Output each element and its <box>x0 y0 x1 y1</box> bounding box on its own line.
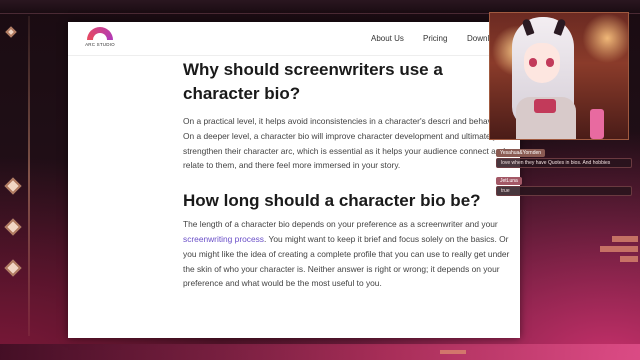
nav-download[interactable]: Downl <box>467 34 489 43</box>
nav-about-us[interactable]: About Us <box>371 34 404 43</box>
article-content: Why should screenwriters use a character… <box>183 58 518 291</box>
avatar-eye <box>546 58 554 67</box>
overlay-deco-bar <box>440 350 466 354</box>
nav-pricing[interactable]: Pricing <box>423 34 447 43</box>
chat-username: Yesahua&Yornden <box>496 149 546 157</box>
screenwriting-process-link[interactable]: screenwriting process <box>183 234 264 244</box>
overlay-deco-bar <box>612 236 638 242</box>
chat-message: Yesahua&Yornden love when they have Quot… <box>496 149 632 168</box>
article-heading: How long should a character bio be? <box>183 191 481 211</box>
article-paragraph: On a practical level, it helps avoid inc… <box>183 116 508 171</box>
overlay-bottom-band <box>0 344 640 360</box>
logo-arc-icon <box>87 27 113 40</box>
chat-username: JetLuna <box>496 177 522 185</box>
drink-cup <box>590 109 604 139</box>
site-logo[interactable]: ARC STUDIO <box>84 27 116 53</box>
logo-text: ARC STUDIO <box>85 42 115 47</box>
chat-text: true <box>496 186 632 196</box>
overlay-frame-line <box>28 16 30 336</box>
site-header: ARC STUDIO About Us Pricing Downl <box>68 22 520 56</box>
chat-message: JetLuna true <box>496 177 632 196</box>
webcam-feed <box>489 12 629 140</box>
chat-text: love when they have Quotes in bios. And … <box>496 158 632 168</box>
overlay-deco-bar <box>600 246 638 252</box>
avatar-eye <box>529 58 537 67</box>
avatar-ribbon <box>534 99 556 113</box>
article-heading: Why should screenwriters use a character… <box>183 60 443 103</box>
article-paragraph: The length of a character bio depends on… <box>183 217 513 291</box>
overlay-deco-bar <box>620 256 638 262</box>
paragraph-text: The length of a character bio depends on… <box>183 219 498 230</box>
